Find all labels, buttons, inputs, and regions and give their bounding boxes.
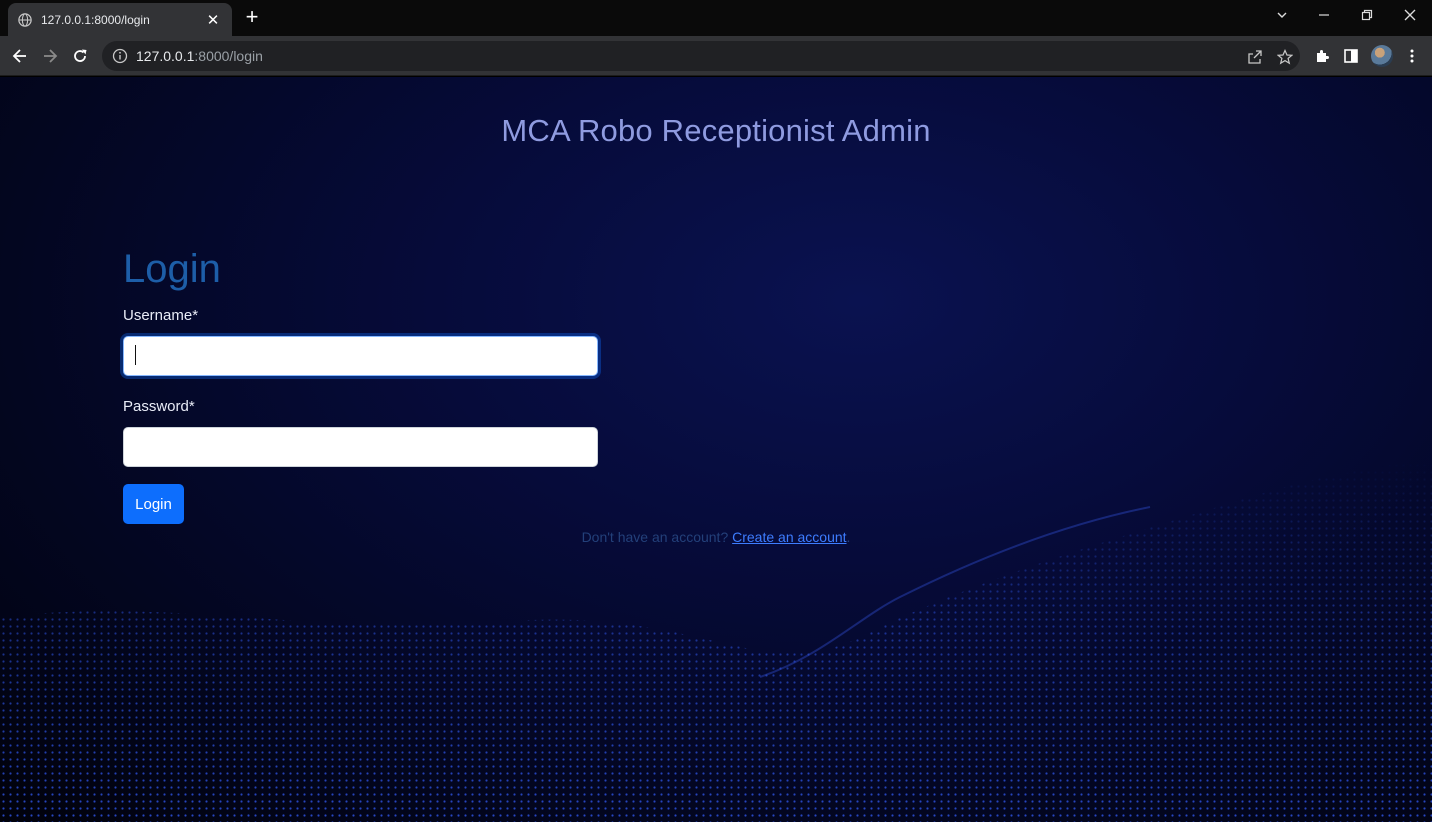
close-window-icon[interactable] <box>1396 4 1424 28</box>
new-tab-button[interactable]: + <box>240 6 264 30</box>
tab-title: 127.0.0.1:8000/login <box>41 12 150 27</box>
tab-close-icon[interactable]: ✕ <box>204 11 222 29</box>
back-icon[interactable] <box>8 44 32 68</box>
login-heading: Login <box>123 247 221 291</box>
info-icon[interactable] <box>112 48 128 64</box>
page-title: MCA Robo Receptionist Admin <box>501 113 931 148</box>
globe-icon <box>18 12 32 27</box>
browser-tab[interactable]: 127.0.0.1:8000/login ✕ <box>8 3 232 36</box>
url-text: 127.0.0.1:8000/login <box>136 48 263 64</box>
side-panel-icon[interactable] <box>1339 44 1363 68</box>
url-host: 127.0.0.1 <box>136 48 195 64</box>
signup-suffix: . <box>846 529 851 545</box>
menu-icon[interactable] <box>1400 44 1424 68</box>
tab-bar: 127.0.0.1:8000/login ✕ + <box>0 0 1432 36</box>
share-icon[interactable] <box>1244 46 1266 68</box>
forward-icon[interactable] <box>38 44 62 68</box>
address-bar[interactable]: 127.0.0.1:8000/login <box>102 41 1300 71</box>
password-input[interactable] <box>123 427 598 467</box>
bookmark-star-icon[interactable] <box>1274 46 1296 68</box>
reload-icon[interactable] <box>68 44 92 68</box>
minimize-icon[interactable] <box>1310 4 1338 28</box>
text-caret <box>135 345 136 365</box>
browser-toolbar: 127.0.0.1:8000/login <box>0 36 1432 76</box>
username-input[interactable] <box>123 336 598 376</box>
username-label: Username* <box>123 307 199 324</box>
extensions-icon[interactable] <box>1310 44 1334 68</box>
url-path: :8000/login <box>194 48 263 64</box>
restore-icon[interactable] <box>1353 4 1381 28</box>
create-account-link[interactable]: Create an account <box>732 529 846 545</box>
avatar-icon <box>1371 45 1393 67</box>
profile-avatar[interactable] <box>1370 44 1394 68</box>
login-button[interactable]: Login <box>123 484 184 524</box>
page-viewport: MCA Robo Receptionist Admin Login Userna… <box>0 77 1432 822</box>
password-label: Password* <box>123 398 195 415</box>
signup-prompt: Don't have an account? <box>581 529 729 545</box>
tab-search-icon[interactable] <box>1268 4 1296 28</box>
signup-prompt-line: Don't have an account? Create an account… <box>0 529 1432 545</box>
